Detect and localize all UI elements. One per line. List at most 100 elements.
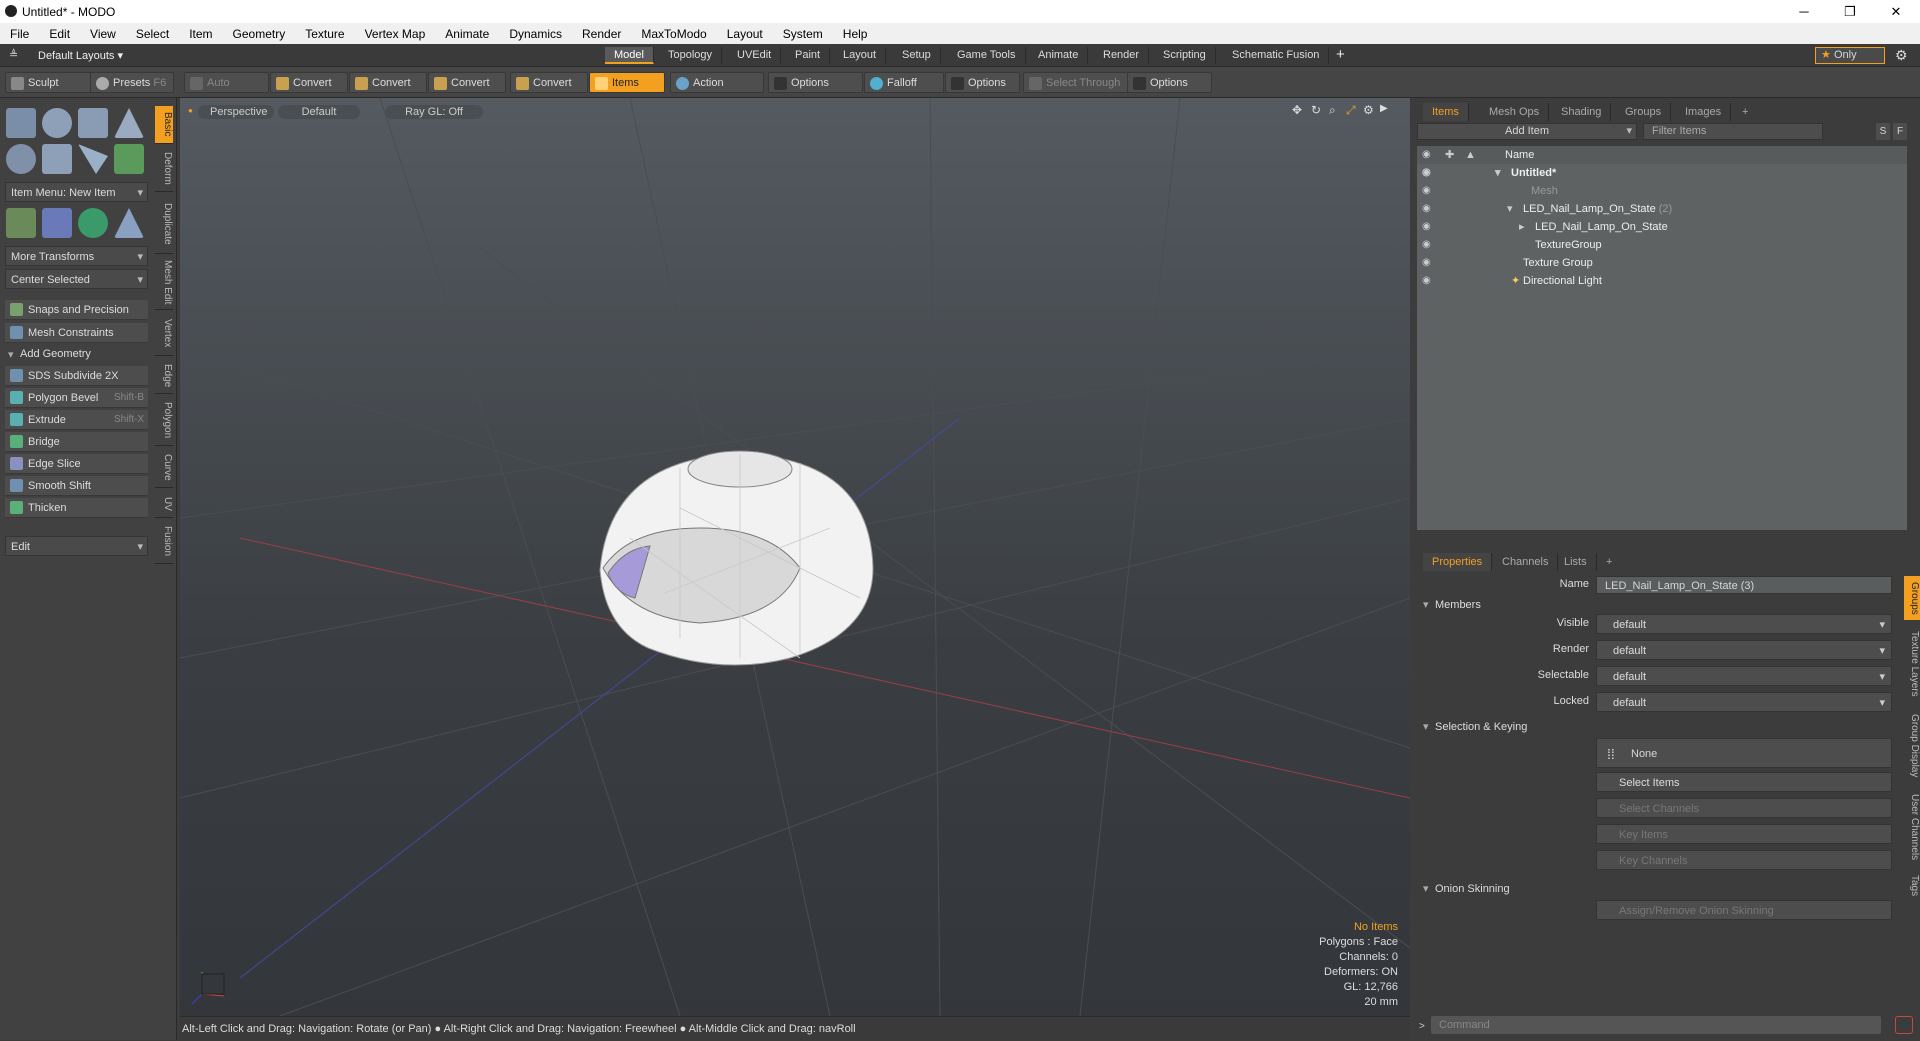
menu-select[interactable]: Select	[126, 27, 179, 41]
selection-set-none[interactable]: ⁞⁞ None	[1596, 738, 1892, 768]
convert-material-button[interactable]: Convert	[510, 72, 588, 93]
menu-animate[interactable]: Animate	[435, 27, 499, 41]
convert-edge-button[interactable]: Convert	[349, 72, 427, 93]
viewport-menu-arrow-icon[interactable]: ▶	[1380, 103, 1388, 114]
tab-properties[interactable]: Properties	[1423, 553, 1493, 571]
item-row-scene[interactable]: ◉ ▾ Untitled*	[1417, 164, 1907, 182]
gear-icon[interactable]: ⚙	[1895, 47, 1908, 64]
maximize-button[interactable]: ❐	[1827, 0, 1873, 23]
sculpt-button[interactable]: Sculpt	[5, 72, 91, 93]
menu-layout[interactable]: Layout	[717, 27, 773, 41]
item-row-mesh[interactable]: ◉ Mesh	[1417, 182, 1907, 200]
tab-setup[interactable]: Setup	[893, 47, 941, 64]
pen-tool-icon[interactable]	[78, 144, 108, 174]
vtab-uv[interactable]: UV	[155, 490, 173, 518]
convert-polygon-button[interactable]: Convert	[428, 72, 506, 93]
tab-lists[interactable]: Lists	[1555, 553, 1597, 571]
menu-system[interactable]: System	[773, 27, 833, 41]
backdrop-icon[interactable]	[42, 208, 72, 238]
expand-arrow-icon[interactable]: ▾	[1495, 164, 1501, 182]
bridge-button[interactable]: Bridge	[5, 432, 148, 452]
rvtab-texture-layers[interactable]: Texture Layers	[1904, 624, 1920, 704]
torus-icon[interactable]	[6, 144, 36, 174]
vtab-polygon[interactable]: Polygon	[155, 396, 173, 446]
visible-dropdown[interactable]: default	[1596, 614, 1892, 635]
menu-maxtomodo[interactable]: MaxToModo	[631, 27, 716, 41]
action-center-button[interactable]: Action Center	[670, 72, 764, 110]
shading-dropdown[interactable]: Default	[278, 105, 360, 119]
members-section[interactable]: Members	[1417, 596, 1907, 614]
items-mode-button[interactable]: Items	[589, 72, 665, 93]
viewport-gear-icon[interactable]: ⚙	[1363, 103, 1374, 117]
add-prop-tab[interactable]: +	[1597, 553, 1621, 571]
command-input[interactable]: Command	[1431, 1016, 1881, 1034]
locator-icon[interactable]	[6, 208, 36, 238]
tab-topology[interactable]: Topology	[659, 47, 723, 64]
selectable-dropdown[interactable]: default	[1596, 666, 1892, 687]
tab-layout[interactable]: Layout	[834, 47, 887, 64]
default-layouts-dropdown[interactable]: Default Layouts ▾	[38, 49, 123, 62]
tab-mesh-ops[interactable]: Mesh Ops	[1480, 103, 1550, 121]
sphere-icon[interactable]	[42, 108, 72, 138]
select-options-button[interactable]: Options	[1127, 72, 1212, 93]
tab-shading[interactable]: Shading	[1552, 103, 1612, 121]
tab-channels[interactable]: Channels	[1493, 553, 1559, 571]
thicken-button[interactable]: Thicken	[5, 498, 148, 518]
item-row-mesh-child[interactable]: ◉ ▸ LED_Nail_Lamp_On_State	[1417, 218, 1907, 236]
add-tab-button[interactable]: +	[1336, 46, 1345, 63]
tab-model[interactable]: Model	[605, 47, 654, 64]
key-channels-button[interactable]: Key Channels	[1596, 850, 1892, 870]
add-item-dropdown[interactable]: Add Item ▾	[1417, 123, 1637, 140]
rvtab-tags[interactable]: Tags	[1904, 870, 1920, 902]
vtab-mesh-edit[interactable]: Mesh Edit	[155, 256, 173, 310]
onion-skinning-section[interactable]: Onion Skinning	[1417, 880, 1907, 898]
selection-keying-section[interactable]: Selection & Keying	[1417, 718, 1907, 736]
pan-icon[interactable]: ✥	[1292, 103, 1302, 117]
mesh-constraints-button[interactable]: Mesh Constraints	[5, 323, 148, 343]
add-panel-tab[interactable]: +	[1733, 103, 1757, 121]
visibility-eye-icon[interactable]: ◉	[1422, 185, 1434, 197]
expand-arrow-icon[interactable]: ▸	[1519, 218, 1525, 236]
cube-icon[interactable]	[6, 108, 36, 138]
item-row-texture-group[interactable]: ◉ Texture Group	[1417, 254, 1907, 272]
sds-subdivide-button[interactable]: SDS Subdivide 2X	[5, 366, 148, 386]
tab-schematic-fusion[interactable]: Schematic Fusion	[1223, 47, 1330, 64]
cone-icon[interactable]	[114, 108, 144, 138]
rvtab-group-display[interactable]: Group Display	[1904, 708, 1920, 784]
item-row-texture-group-child[interactable]: ◉ TextureGroup	[1417, 236, 1907, 254]
search-s-button[interactable]: S	[1876, 123, 1890, 140]
menu-view[interactable]: View	[80, 27, 126, 41]
only-toggle[interactable]: ★ Only	[1815, 47, 1885, 64]
minimize-button[interactable]: ─	[1781, 0, 1827, 23]
tab-items[interactable]: Items	[1423, 103, 1469, 121]
item-row-group[interactable]: ◉ ▾ LED_Nail_Lamp_On_State (2)	[1417, 200, 1907, 218]
menu-item[interactable]: Item	[179, 27, 222, 41]
visibility-eye-icon[interactable]: ◉	[1422, 203, 1434, 215]
vtab-basic[interactable]: Basic	[155, 106, 173, 144]
add-geometry-header[interactable]: ▾ Add Geometry	[6, 348, 91, 361]
menu-dynamics[interactable]: Dynamics	[499, 27, 572, 41]
zoom-icon[interactable]: ⌕	[1329, 103, 1336, 118]
tab-animate[interactable]: Animate	[1029, 47, 1089, 64]
view-type-dropdown[interactable]: Perspective	[198, 105, 274, 119]
rvtab-user-channels[interactable]: User Channels	[1904, 788, 1920, 866]
tab-scripting[interactable]: Scripting	[1154, 47, 1216, 64]
item-menu-dropdown[interactable]: Item Menu: New Item	[5, 182, 148, 203]
falloff-options-button[interactable]: Options	[945, 72, 1020, 93]
tab-uvedit[interactable]: UVEdit	[728, 47, 782, 64]
key-items-button[interactable]: Key Items	[1596, 824, 1892, 844]
cylinder-icon[interactable]	[78, 108, 108, 138]
menu-geometry[interactable]: Geometry	[223, 27, 296, 41]
vtab-edge[interactable]: Edge	[155, 358, 173, 394]
item-row-light[interactable]: ◉ ✦ Directional Light	[1417, 272, 1907, 290]
center-selected-dropdown[interactable]: Center Selected	[5, 269, 148, 290]
tab-render[interactable]: Render	[1094, 47, 1150, 64]
expand-arrow-icon[interactable]: ▾	[1507, 200, 1513, 218]
menu-vertex-map[interactable]: Vertex Map	[355, 27, 436, 41]
3d-viewport[interactable]: ● Perspective Default Ray GL: Off ✥ ↻ ⌕ …	[180, 98, 1410, 1016]
smooth-shift-button[interactable]: Smooth Shift	[5, 476, 148, 496]
fit-icon[interactable]: ⤢	[1346, 103, 1356, 118]
menu-help[interactable]: Help	[833, 27, 878, 41]
search-f-button[interactable]: F	[1893, 123, 1907, 140]
select-items-button[interactable]: Select Items	[1596, 772, 1892, 792]
